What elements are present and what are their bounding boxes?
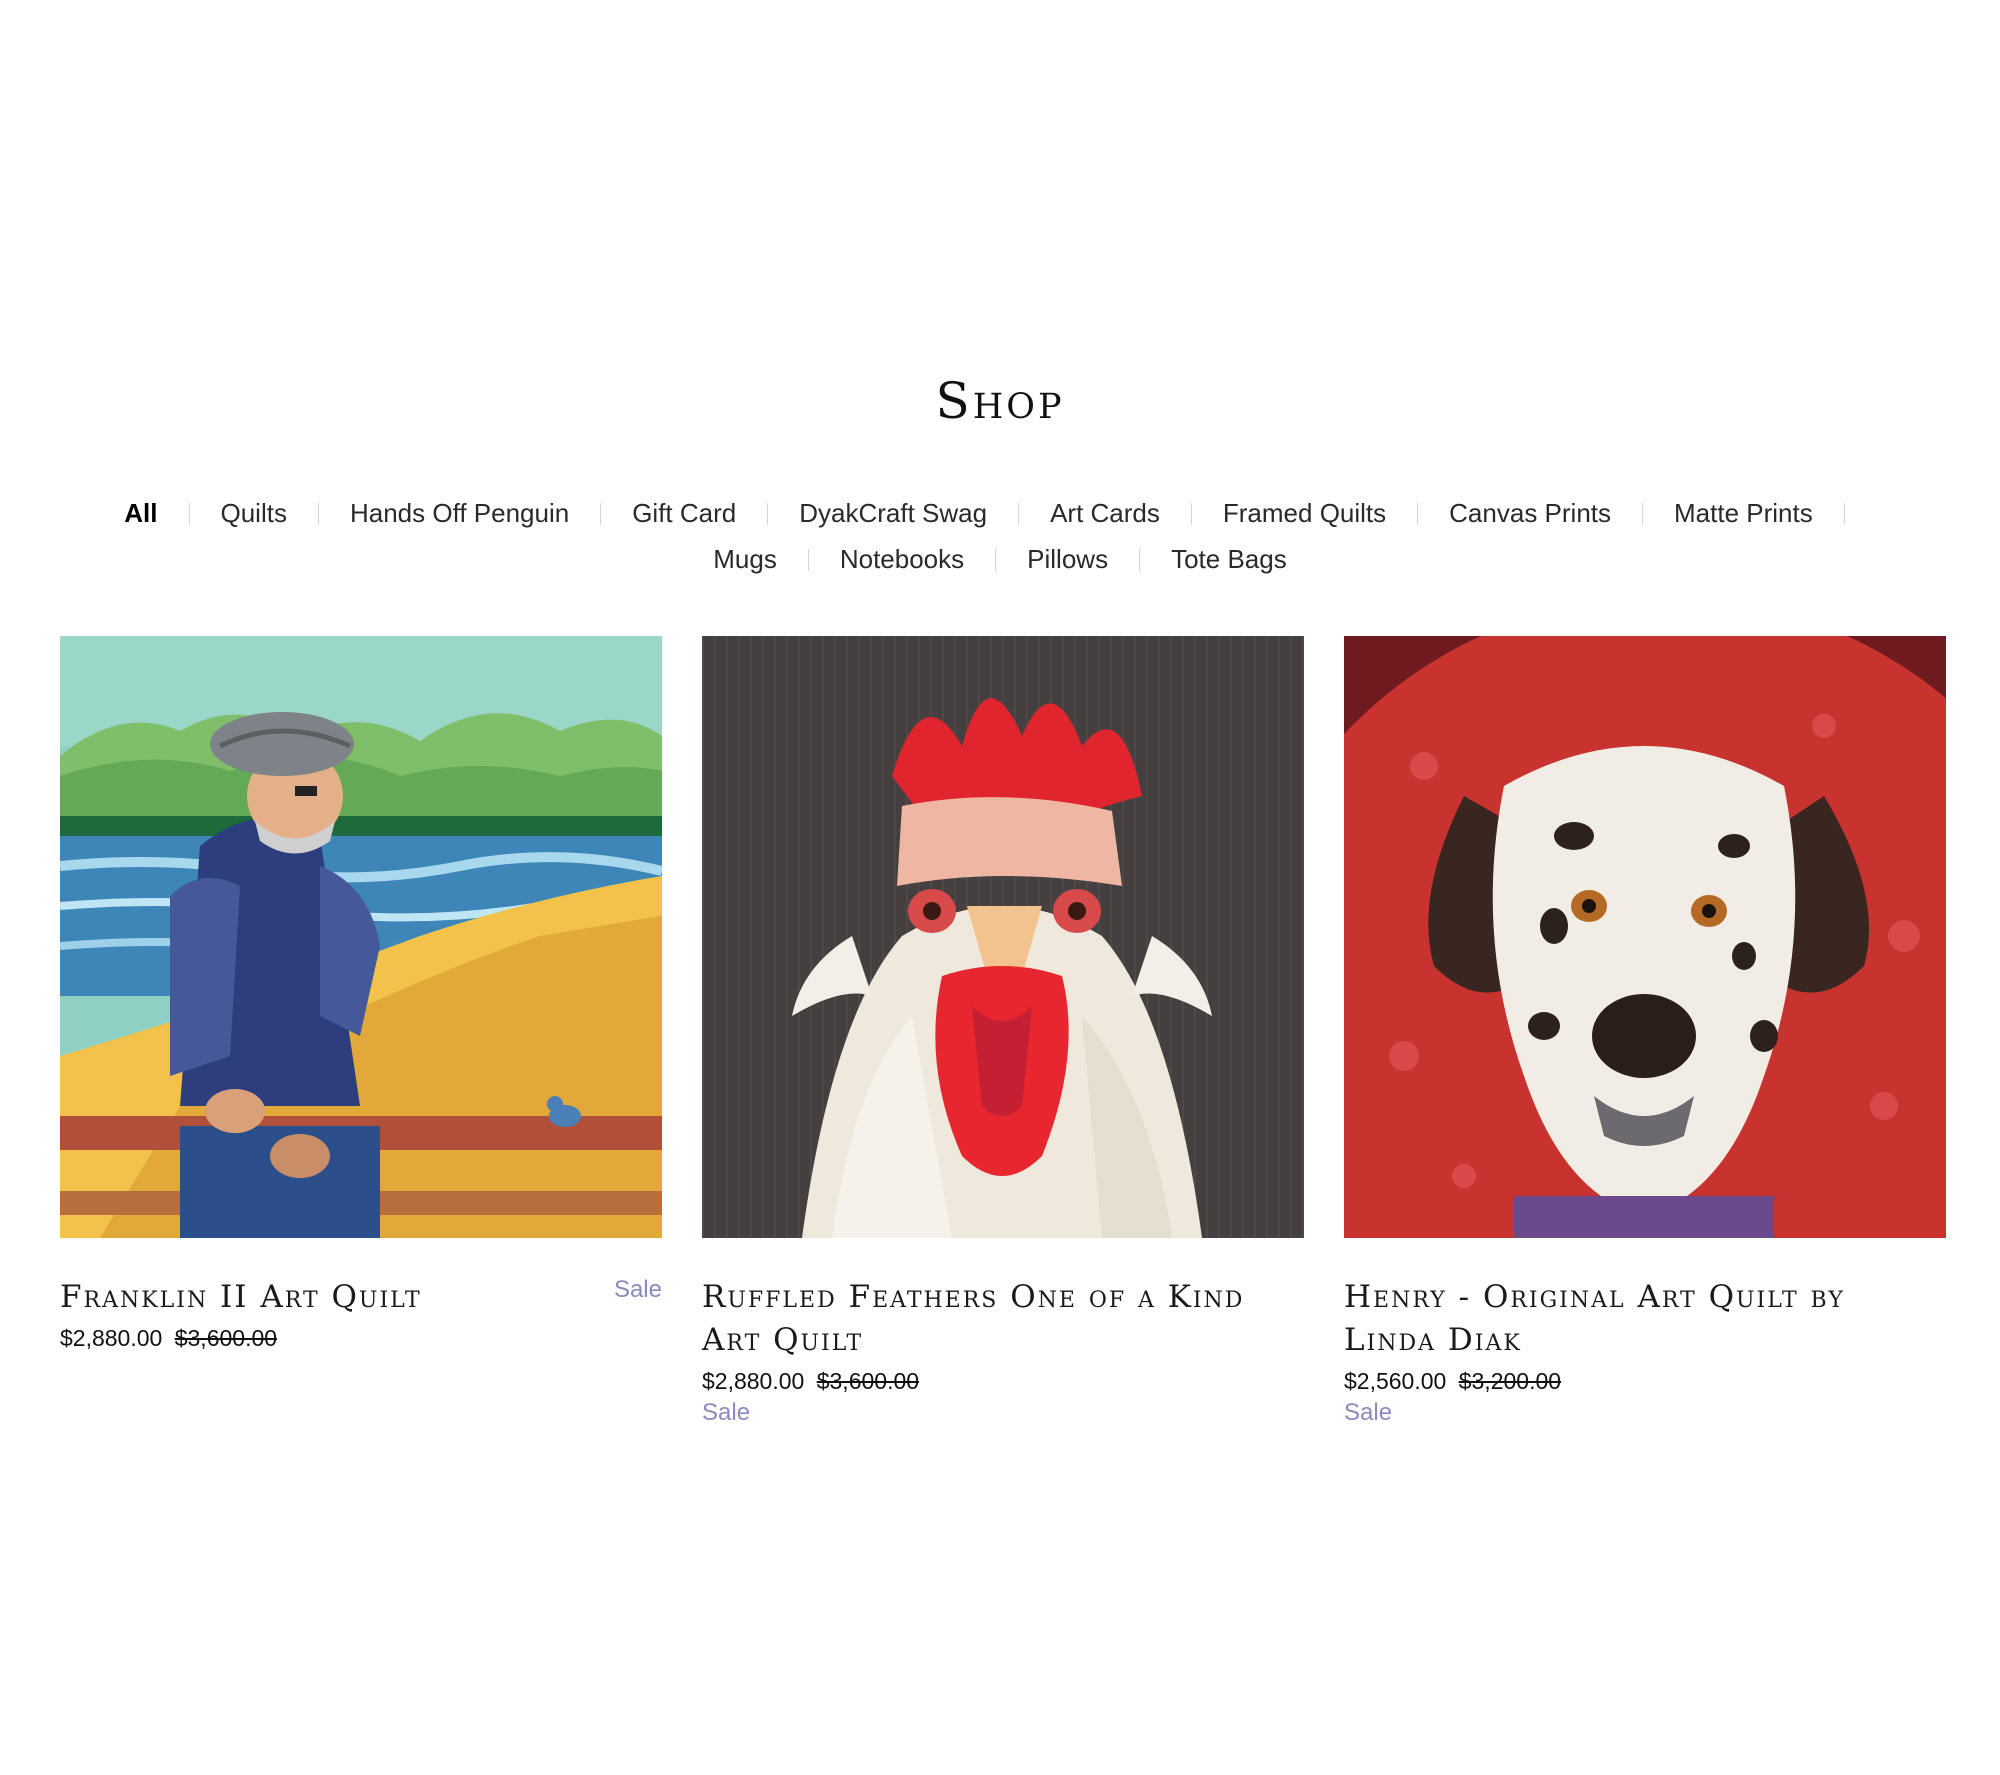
- category-separator: [1843, 503, 1845, 525]
- product-card-henry: Henry - Original Art Quilt by Linda Diak…: [1344, 636, 1946, 1427]
- sale-price: $2,560.00: [1344, 1368, 1447, 1394]
- category-separator: [1139, 549, 1141, 571]
- original-price: $3,600.00: [816, 1368, 920, 1394]
- sale-badge: Sale: [613, 1276, 662, 1303]
- category-quilts[interactable]: Quilts: [221, 490, 287, 536]
- product-title[interactable]: Franklin II Art Quilt: [60, 1276, 662, 1319]
- category-hands-off-penguin[interactable]: Hands Off Penguin: [350, 490, 569, 536]
- dalmatian-quilt-image: [1344, 636, 1946, 1238]
- original-price: $3,600.00: [174, 1325, 278, 1351]
- category-mugs[interactable]: Mugs: [713, 536, 777, 582]
- category-separator: [807, 549, 809, 571]
- product-card-franklin: Franklin II Art Quilt Sale $2,880.00 $3,…: [60, 636, 662, 1352]
- product-image-link[interactable]: [60, 636, 662, 1238]
- category-dyakcraft-swag[interactable]: DyakCraft Swag: [799, 490, 987, 536]
- product-title-row: Henry - Original Art Quilt by Linda Diak: [1344, 1276, 1946, 1362]
- price-row: $2,560.00 $3,200.00: [1344, 1368, 1946, 1395]
- category-canvas-prints[interactable]: Canvas Prints: [1449, 490, 1611, 536]
- category-separator: [767, 503, 769, 525]
- product-title-row: Ruffled Feathers One of a Kind Art Quilt: [702, 1276, 1304, 1362]
- price-row: $2,880.00 $3,600.00: [702, 1368, 1304, 1395]
- category-filter-nav: All Quilts Hands Off Penguin Gift Card DyakC…: [100, 490, 1900, 582]
- category-row-2: Mugs Notebooks Pillows Tote Bags: [100, 536, 1900, 582]
- man-in-rowboat-quilt-image: [60, 636, 662, 1238]
- product-image-link[interactable]: [702, 636, 1304, 1238]
- sale-price: $2,880.00: [702, 1368, 805, 1394]
- product-image-link[interactable]: [1344, 636, 1946, 1238]
- category-row-1: All Quilts Hands Off Penguin Gift Card DyakC…: [100, 490, 1900, 536]
- category-pillows[interactable]: Pillows: [1027, 536, 1108, 582]
- price-row: $2,880.00 $3,600.00: [60, 1325, 662, 1352]
- category-separator: [1642, 503, 1643, 525]
- category-separator: [1190, 503, 1192, 525]
- category-separator: [600, 503, 602, 525]
- category-separator: [995, 549, 997, 571]
- original-price: $3,200.00: [1458, 1368, 1562, 1394]
- sale-price: $2,880.00: [60, 1325, 163, 1351]
- category-separator: [1018, 503, 1020, 525]
- category-separator: [188, 503, 190, 525]
- category-separator: [1417, 503, 1419, 525]
- sale-badge: Sale: [1344, 1399, 1393, 1426]
- page-title: Shop: [935, 372, 1065, 430]
- category-art-cards[interactable]: Art Cards: [1050, 490, 1160, 536]
- category-separator: [317, 503, 319, 525]
- category-gift-card[interactable]: Gift Card: [632, 490, 736, 536]
- category-notebooks[interactable]: Notebooks: [840, 536, 964, 582]
- product-title-row: Franklin II Art Quilt Sale: [60, 1276, 662, 1319]
- sale-badge: Sale: [702, 1399, 751, 1426]
- product-title[interactable]: Henry - Original Art Quilt by Linda Diak: [1344, 1276, 1946, 1362]
- category-all[interactable]: All: [124, 490, 157, 536]
- category-tote-bags[interactable]: Tote Bags: [1171, 536, 1287, 582]
- rooster-quilt-image: [702, 636, 1304, 1238]
- category-framed-quilts[interactable]: Framed Quilts: [1223, 490, 1386, 536]
- category-matte-prints[interactable]: Matte Prints: [1674, 490, 1813, 536]
- product-title[interactable]: Ruffled Feathers One of a Kind Art Quilt: [702, 1276, 1304, 1362]
- product-card-ruffled-feathers: Ruffled Feathers One of a Kind Art Quilt…: [702, 636, 1304, 1427]
